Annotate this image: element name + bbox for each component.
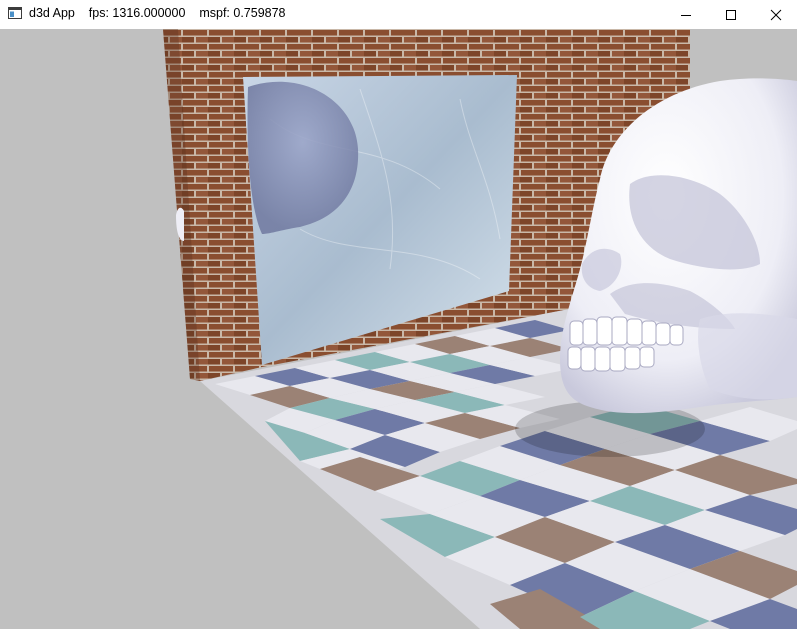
minimize-icon <box>681 14 691 16</box>
title-bar[interactable]: d3d App fps: 1316.000000 mspf: 0.759878 <box>0 0 797 29</box>
maximize-button[interactable] <box>708 0 754 29</box>
maximize-icon <box>726 9 736 20</box>
fps-readout: fps: 1316.000000 <box>88 6 186 20</box>
minimize-button[interactable] <box>663 0 709 29</box>
app-title: d3d App <box>29 6 75 20</box>
mspf-readout: mspf: 0.759878 <box>199 6 286 20</box>
render-viewport[interactable] <box>0 29 797 629</box>
window-title: d3d App fps: 1316.000000 mspf: 0.759878 <box>29 6 286 20</box>
close-button[interactable] <box>753 0 797 29</box>
close-icon <box>770 9 782 20</box>
scene-canvas <box>163 29 797 629</box>
side-skull-fragment <box>176 207 184 241</box>
app-icon <box>8 7 22 19</box>
